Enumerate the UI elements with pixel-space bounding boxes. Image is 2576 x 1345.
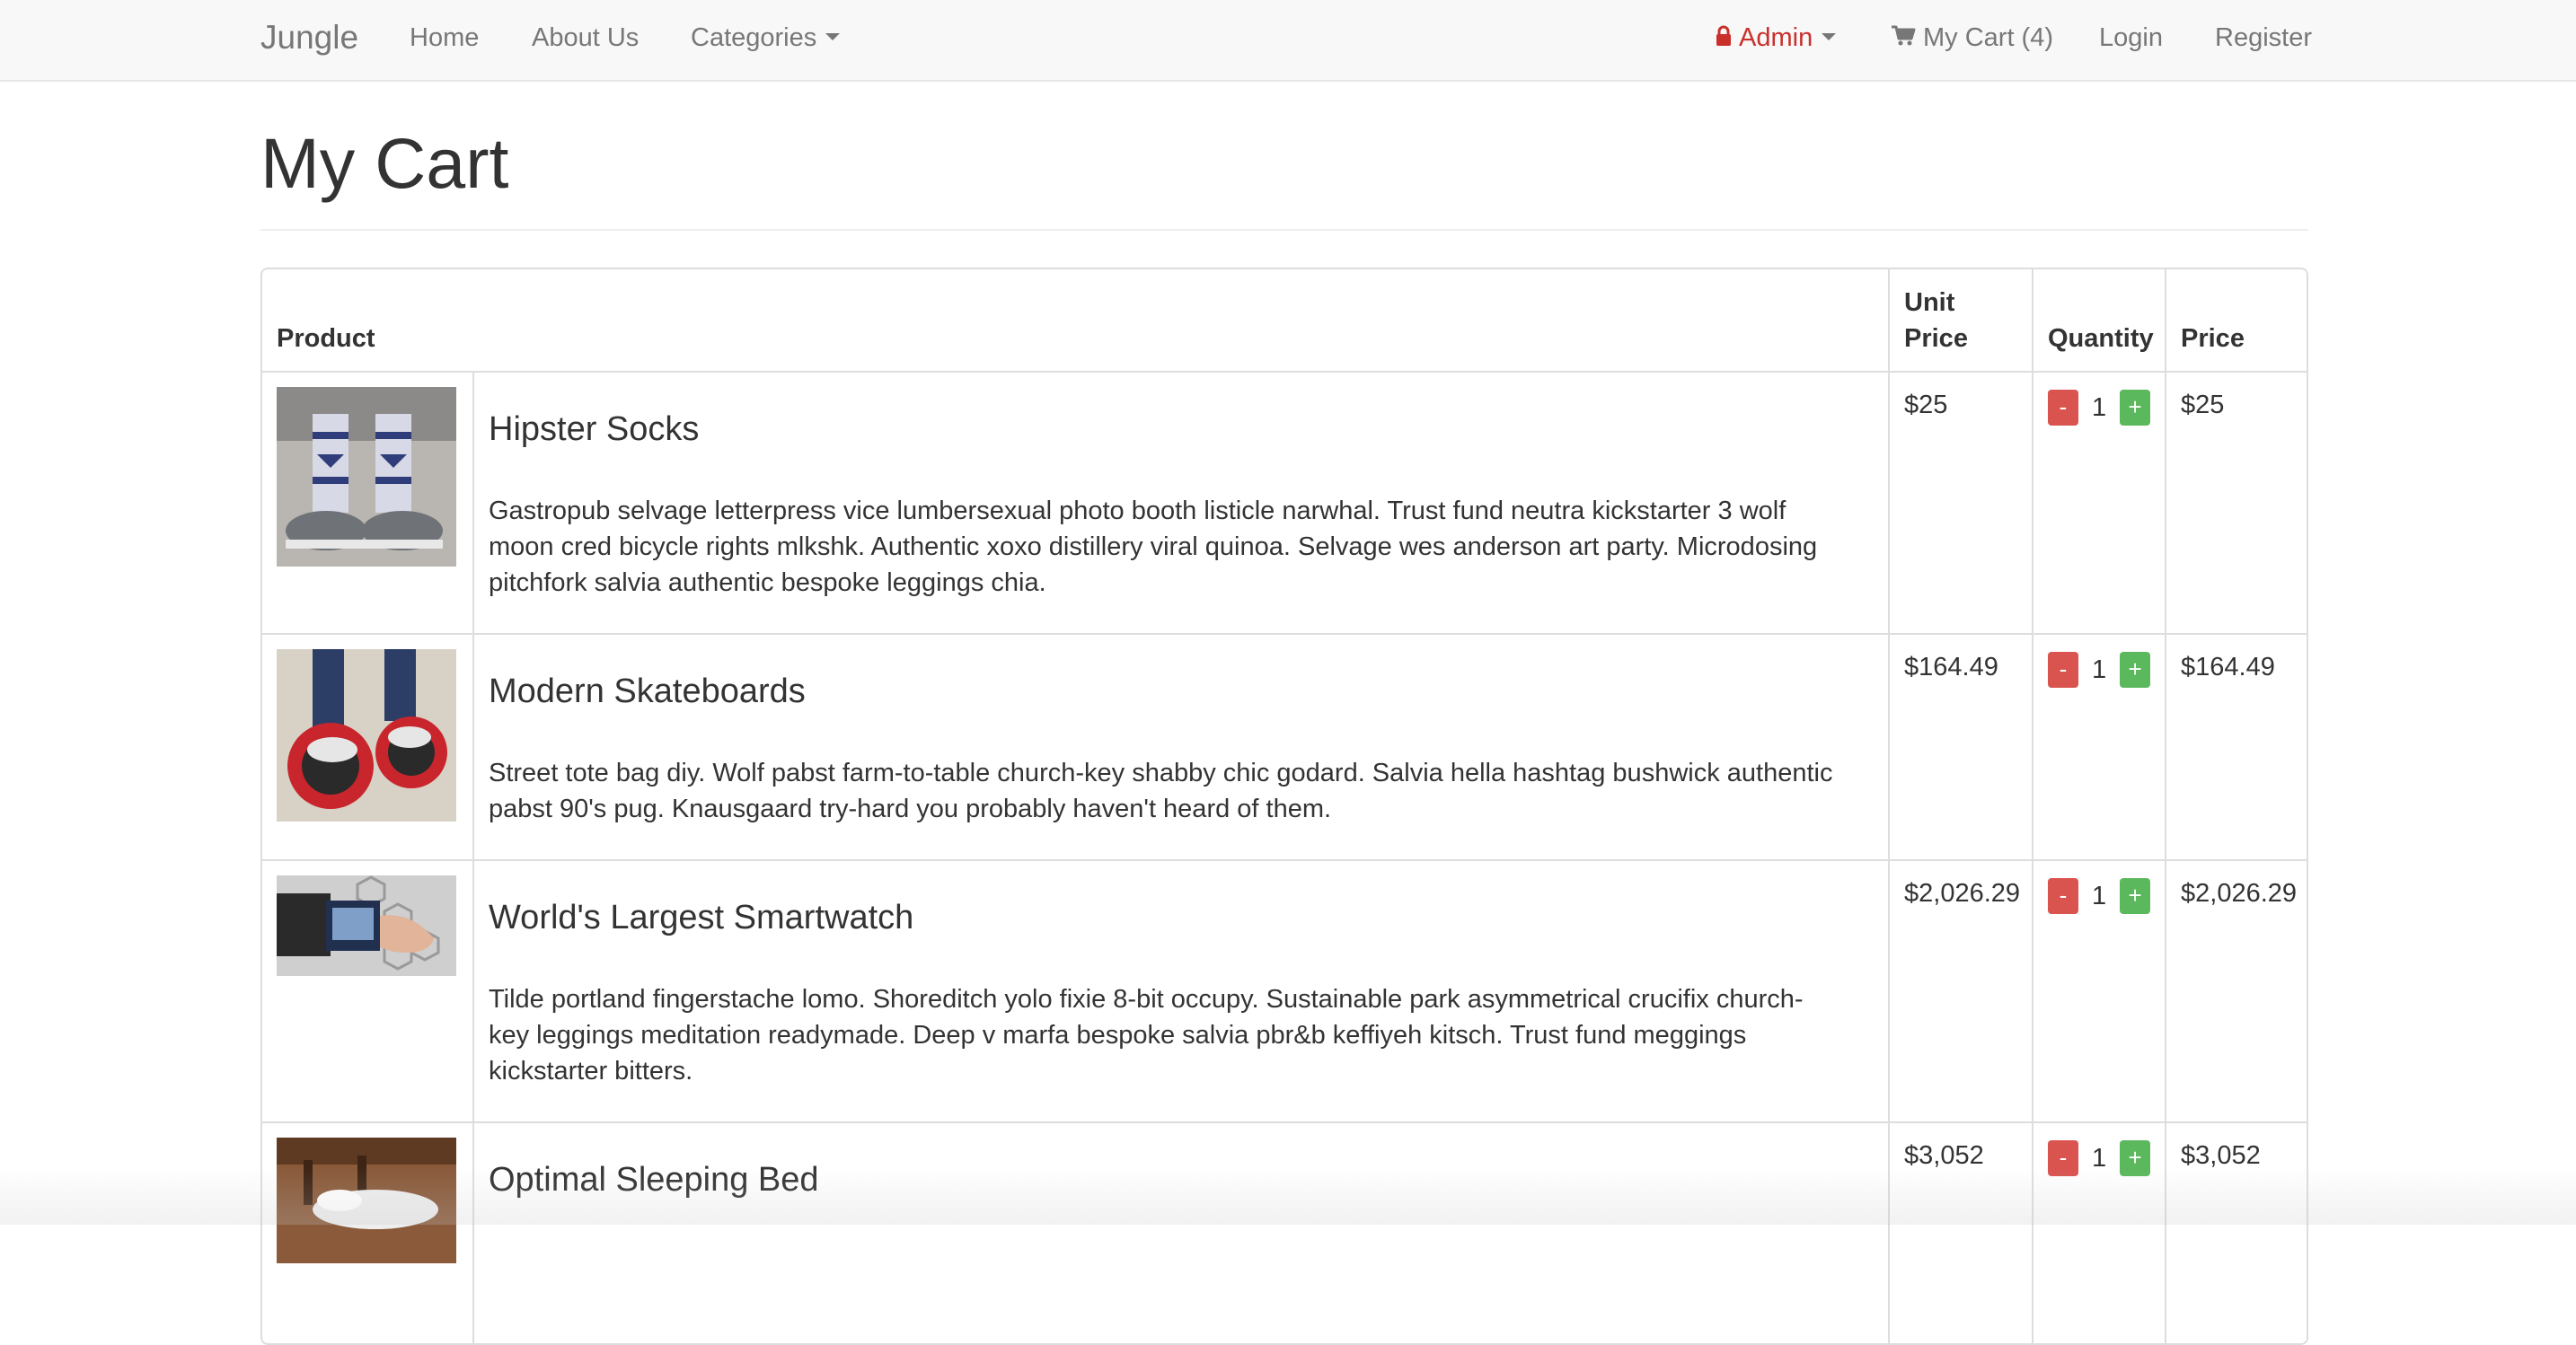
product-image-cell — [262, 371, 474, 635]
lock-icon — [1716, 25, 1731, 47]
nav-home-link[interactable]: Home — [410, 0, 479, 80]
product-image-cell — [262, 1121, 474, 1343]
product-name: Optimal Sleeping Bed — [489, 1161, 819, 1199]
nav-about-link[interactable]: About Us — [532, 0, 639, 80]
quantity-stepper: - 1 + — [2048, 389, 2151, 426]
nav-cart-label: My Cart (4) — [1923, 23, 2053, 52]
chevron-down-icon — [825, 33, 841, 41]
quantity-cell: - 1 + — [2032, 371, 2166, 635]
product-image[interactable] — [277, 1138, 456, 1263]
product-name: Hipster Socks — [489, 410, 700, 448]
nav-categories-label: Categories — [691, 23, 817, 52]
product-description: Street tote bag diy. Wolf pabst farm-to-… — [489, 759, 1833, 823]
nav-categories-dropdown[interactable]: Categories — [691, 0, 841, 80]
nav-login-link[interactable]: Login — [2099, 0, 2163, 80]
table-row: World's Largest Smartwatch Tilde portlan… — [262, 859, 2307, 1123]
decrease-quantity-button[interactable]: - — [2048, 1140, 2078, 1177]
product-info-cell: Optimal Sleeping Bed — [472, 1121, 1890, 1343]
table-row: Optimal Sleeping Bed $3,052 - 1 + $3,052 — [262, 1121, 2307, 1343]
product-description: Gastropub selvage letterpress vice lumbe… — [489, 497, 1818, 597]
cart-table: Product Unit Price Quantity Price Hipste… — [260, 268, 2308, 1345]
product-info-cell: World's Largest Smartwatch Tilde portlan… — [472, 859, 1890, 1123]
header-price: Price — [2165, 269, 2307, 373]
price-cell: $164.49 — [2165, 633, 2307, 861]
price-cell: $3,052 — [2165, 1121, 2307, 1343]
quantity-stepper: - 1 + — [2048, 1139, 2151, 1177]
header-quantity: Quantity — [2032, 269, 2166, 373]
unit-price-cell: $164.49 — [1888, 633, 2033, 861]
increase-quantity-button[interactable]: + — [2120, 652, 2151, 689]
product-info-cell: Hipster Socks Gastropub selvage letterpr… — [472, 371, 1890, 635]
table-header-row: Product Unit Price Quantity Price — [262, 269, 2307, 373]
nav-register-link[interactable]: Register — [2215, 0, 2312, 80]
unit-price-cell: $2,026.29 — [1888, 859, 2033, 1123]
increase-quantity-button[interactable]: + — [2120, 1140, 2151, 1177]
increase-quantity-button[interactable]: + — [2120, 390, 2151, 426]
table-row: Hipster Socks Gastropub selvage letterpr… — [262, 371, 2307, 635]
quantity-stepper: - 1 + — [2048, 651, 2151, 689]
decrease-quantity-button[interactable]: - — [2048, 878, 2078, 915]
brand-link[interactable]: Jungle — [260, 0, 358, 80]
header-unit-price: Unit Price — [1888, 269, 2033, 373]
quantity-value: 1 — [2091, 1144, 2107, 1174]
product-image-cell — [262, 633, 474, 861]
title-divider — [260, 229, 2308, 231]
decrease-quantity-button[interactable]: - — [2048, 390, 2078, 426]
product-name: World's Largest Smartwatch — [489, 899, 914, 936]
quantity-cell: - 1 + — [2032, 633, 2166, 861]
product-image[interactable] — [277, 387, 456, 567]
quantity-value: 1 — [2091, 655, 2107, 685]
price-cell: $2,026.29 — [2165, 859, 2307, 1123]
product-info-cell: Modern Skateboards Street tote bag diy. … — [472, 633, 1890, 861]
navbar: Jungle Home About Us Categories Admin My… — [0, 0, 2576, 82]
cart-icon — [1892, 25, 1916, 46]
quantity-value: 1 — [2091, 393, 2107, 423]
price-cell: $25 — [2165, 371, 2307, 635]
nav-cart-link[interactable]: My Cart (4) — [1891, 0, 2053, 80]
page-title: My Cart — [260, 123, 509, 203]
decrease-quantity-button[interactable]: - — [2048, 652, 2078, 689]
nav-admin-label: Admin — [1739, 23, 1813, 52]
quantity-stepper: - 1 + — [2048, 877, 2151, 915]
product-description: Tilde portland fingerstache lomo. Shored… — [489, 985, 1804, 1086]
product-image[interactable] — [277, 649, 456, 822]
table-row: Modern Skateboards Street tote bag diy. … — [262, 633, 2307, 861]
product-name: Modern Skateboards — [489, 672, 806, 710]
unit-price-cell: $3,052 — [1888, 1121, 2033, 1343]
product-image-cell — [262, 859, 474, 1123]
quantity-value: 1 — [2091, 882, 2107, 911]
unit-price-cell: $25 — [1888, 371, 2033, 635]
product-image[interactable] — [277, 875, 456, 976]
header-product: Product — [262, 269, 1890, 373]
chevron-down-icon — [1822, 33, 1837, 41]
increase-quantity-button[interactable]: + — [2120, 878, 2151, 915]
quantity-cell: - 1 + — [2032, 859, 2166, 1123]
quantity-cell: - 1 + — [2032, 1121, 2166, 1343]
nav-admin-dropdown[interactable]: Admin — [1716, 0, 1837, 80]
